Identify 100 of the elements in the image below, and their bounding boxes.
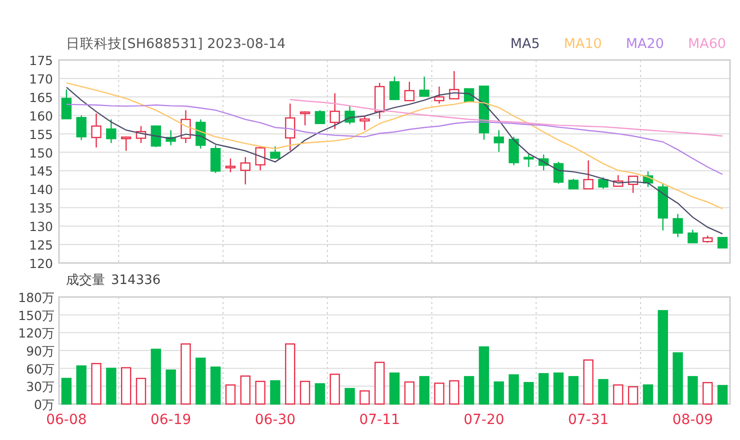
volume-bar [76, 365, 86, 405]
axis-label: 0万 [34, 397, 55, 412]
candlestick [642, 171, 654, 187]
candlestick [76, 115, 86, 140]
date-label: 06-30 [254, 412, 296, 428]
volume-bar [702, 382, 713, 405]
axis-label: 175 [29, 55, 53, 68]
volume-bar [464, 376, 474, 405]
candlestick [583, 160, 594, 190]
volume-bar [344, 388, 355, 405]
candlestick [494, 130, 504, 152]
candlestick [628, 176, 638, 193]
volume-bar [150, 348, 162, 405]
candlestick [91, 114, 102, 148]
candlestick [478, 86, 490, 140]
candlestick [688, 230, 698, 244]
candlestick [314, 110, 326, 124]
candlestick [374, 82, 385, 119]
legend-label: MA60 [688, 35, 726, 53]
volume-bar [688, 376, 698, 405]
axis-label: 30万 [26, 379, 55, 394]
volume-bar [360, 390, 370, 405]
axis-label: 170 [29, 71, 53, 86]
candlestick [702, 236, 713, 243]
candlestick [598, 177, 608, 189]
volume-bar [106, 368, 116, 405]
candlestick [240, 157, 250, 184]
candlestick [613, 175, 624, 187]
axis-label: 135 [29, 200, 53, 216]
axis-label: 165 [29, 90, 53, 105]
volume-bar [494, 381, 504, 405]
candlestick [106, 119, 116, 144]
volume-bar [330, 374, 340, 405]
volume-bar [121, 367, 132, 405]
candlestick [449, 71, 460, 100]
candlestick [225, 158, 236, 172]
candlestick [672, 214, 683, 238]
volume-bar [136, 378, 146, 405]
candlestick [300, 111, 310, 126]
date-label: 08-09 [672, 412, 714, 428]
candlestick [434, 86, 444, 104]
candlestick [553, 162, 564, 184]
volume-bar [91, 362, 102, 405]
volume-bar [225, 384, 236, 405]
volume-bar [583, 359, 594, 405]
candlestick [404, 82, 415, 102]
axis-label: 140 [29, 182, 53, 198]
volume-bar [672, 352, 683, 405]
legend-label: MA5 [510, 35, 540, 53]
candlestick [717, 236, 728, 248]
volume-bar [196, 358, 206, 405]
volume-bar [717, 384, 728, 405]
candlestick [538, 154, 549, 170]
volume-bar [285, 343, 296, 405]
candlestick [344, 106, 355, 124]
volume-bar [553, 372, 564, 405]
candlestick [508, 136, 519, 166]
volume-bar [419, 376, 430, 405]
candlestick [210, 145, 221, 173]
volume-bar [61, 378, 72, 405]
volume-bar [449, 380, 460, 405]
volume-bar [300, 380, 310, 405]
legend-label: MA10 [564, 35, 602, 53]
volume-bar [389, 372, 400, 405]
volume-bar [270, 380, 280, 405]
candlestick [150, 125, 162, 148]
candlestick [524, 154, 534, 168]
volume-bar [642, 384, 654, 405]
volume-bar [255, 380, 266, 405]
volume-label: 成交量 [66, 272, 105, 289]
date-label: 07-11 [359, 412, 400, 428]
volume-bar [434, 382, 444, 405]
volume-bar [404, 381, 415, 405]
volume-bar [568, 376, 579, 405]
candlestick [360, 116, 370, 130]
volume-value: 314336 [111, 272, 161, 288]
candlestick [136, 126, 146, 144]
date-label: 06-19 [150, 412, 192, 428]
chart-title: 日联科技[SH688531] 2023-08-14 [66, 35, 286, 53]
date-label: 07-20 [464, 412, 504, 428]
volume-bar [374, 362, 385, 405]
axis-label: 125 [29, 238, 53, 253]
axis-label: 150 [29, 145, 53, 160]
candlestick [389, 76, 400, 100]
legend-label: MA20 [626, 35, 664, 53]
candlestick [61, 90, 72, 120]
candlestick [166, 130, 176, 146]
axis-label: 160 [29, 108, 53, 124]
volume-bar [166, 370, 176, 405]
volume-bar [538, 373, 549, 405]
date-label: 06-08 [46, 412, 87, 428]
axis-label: 155 [29, 126, 53, 142]
axis-label: 90万 [26, 344, 55, 358]
volume-bar [613, 384, 624, 405]
volume-bar [314, 383, 326, 405]
candlestick [285, 104, 296, 150]
candlestick [464, 88, 474, 102]
volume-bar [478, 346, 490, 405]
volume-bar [210, 366, 221, 405]
axis-label: 120 [29, 256, 53, 270]
